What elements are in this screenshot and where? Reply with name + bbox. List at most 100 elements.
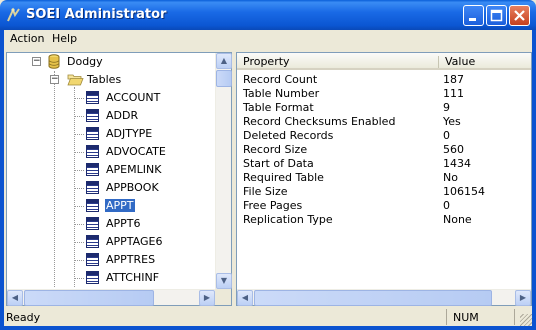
table-icon [86, 109, 99, 122]
table-label: ADVOCATE [106, 145, 166, 158]
table-icon [86, 253, 99, 266]
tree-item-table[interactable]: APPBOOK [7, 179, 217, 197]
scroll-thumb[interactable] [254, 290, 492, 306]
column-separator[interactable] [438, 56, 439, 68]
table-label: APPBOOK [106, 181, 159, 194]
collapse-icon[interactable]: − [50, 75, 59, 84]
table-icon [86, 199, 99, 212]
tree-connector [74, 278, 84, 279]
list-item[interactable]: Record Size 560 [237, 143, 464, 157]
window-title: SOEI Administrator [26, 7, 167, 22]
tree-connector [74, 134, 84, 135]
tree-pane[interactable]: − Dodgy − Tables ACCOUNT ADDR ADJTYPE AD… [6, 52, 232, 306]
property-name: Replication Type [243, 213, 333, 226]
property-value: Yes [443, 115, 461, 128]
list-item[interactable]: File Size 106154 [237, 185, 485, 199]
table-icon [86, 127, 99, 140]
collapse-icon[interactable]: − [32, 57, 41, 66]
title-bar[interactable]: SOEI Administrator [0, 0, 536, 30]
tree-connector [74, 188, 84, 189]
menu-action[interactable]: Action [10, 32, 44, 45]
column-header-value[interactable]: Value [445, 55, 475, 68]
table-icon [86, 145, 99, 158]
scroll-right-button[interactable]: ▶ [515, 290, 531, 306]
menu-bar: Action Help [4, 30, 532, 48]
list-item[interactable]: Required Table No [237, 171, 458, 185]
tree-item-table[interactable]: ADJTYPE [7, 125, 217, 143]
tree-item-table[interactable]: ATTCHINF [7, 269, 217, 287]
tree-connector [74, 224, 84, 225]
scrollbar-corner [215, 289, 231, 305]
scroll-down-button[interactable]: ▼ [216, 273, 232, 289]
resize-grip-icon[interactable] [520, 314, 532, 326]
table-icon [86, 181, 99, 194]
tree-connector [74, 260, 84, 261]
list-item[interactable]: Record Checksums Enabled Yes [237, 115, 461, 129]
menu-help[interactable]: Help [52, 32, 77, 45]
tree-vertical-scrollbar[interactable]: ▲ ▼ [215, 53, 232, 289]
properties-list[interactable]: Property Value Record Count 187 Table Nu… [236, 52, 532, 306]
app-icon [7, 7, 20, 22]
scroll-left-button[interactable]: ◀ [7, 290, 23, 306]
scroll-thumb[interactable] [24, 290, 154, 306]
list-horizontal-scrollbar[interactable]: ◀ ▶ [237, 289, 531, 306]
table-icon [86, 91, 99, 104]
property-value: None [443, 213, 472, 226]
scroll-thumb[interactable] [216, 70, 232, 87]
tree-item-table[interactable]: ADDR [7, 107, 217, 125]
property-name: Record Checksums Enabled [243, 115, 396, 128]
tree-item-table[interactable]: APEMLINK [7, 161, 217, 179]
property-value: 0 [443, 129, 450, 142]
minimize-button[interactable] [463, 5, 484, 26]
tree-item-table[interactable]: ACCOUNT [7, 89, 217, 107]
table-label: APPT6 [106, 217, 141, 230]
list-item[interactable]: Deleted Records 0 [237, 129, 450, 143]
table-icon [86, 271, 99, 284]
tree-item-table-selected[interactable]: APPT [7, 197, 217, 215]
tree-connector [74, 116, 84, 117]
window-frame-right [532, 30, 536, 330]
property-name: Free Pages [243, 199, 303, 212]
property-value: 106154 [443, 185, 485, 198]
list-item[interactable]: Replication Type None [237, 213, 472, 227]
table-label: ACCOUNT [106, 91, 161, 104]
tree-horizontal-scrollbar[interactable]: ◀ ▶ [7, 289, 215, 306]
list-item[interactable]: Table Format 9 [237, 101, 450, 115]
tree-item-database-label: Dodgy [67, 55, 103, 68]
arrow-left-icon: ◀ [11, 293, 19, 302]
tree-connector [74, 98, 84, 99]
tree-item-table[interactable]: APPTRES [7, 251, 217, 269]
table-label: APEMLINK [106, 163, 162, 176]
column-header-property[interactable]: Property [243, 55, 290, 68]
tree-item-table[interactable]: APPT6 [7, 215, 217, 233]
property-value: 9 [443, 101, 450, 114]
tree-item-tables-label: Tables [87, 73, 122, 86]
list-item[interactable]: Table Number 111 [237, 87, 464, 101]
arrow-up-icon: ▲ [220, 56, 228, 65]
tree-item-database[interactable]: − Dodgy [7, 53, 217, 71]
scroll-left-button[interactable]: ◀ [237, 290, 253, 306]
maximize-icon [490, 9, 503, 22]
maximize-button[interactable] [486, 5, 507, 26]
status-bar: Ready NUM [4, 308, 532, 326]
table-label: ADDR [106, 109, 139, 122]
num-lock-indicator: NUM [453, 311, 479, 324]
arrow-right-icon: ▶ [203, 293, 211, 302]
window-frame-left [0, 30, 4, 330]
property-value: 560 [443, 143, 464, 156]
list-item[interactable]: Record Count 187 [237, 73, 464, 87]
scroll-right-button[interactable]: ▶ [199, 290, 215, 306]
property-name: Record Count [243, 73, 318, 86]
close-button[interactable] [509, 5, 530, 26]
property-name: Start of Data [243, 157, 314, 170]
tree-item-tables-folder[interactable]: − Tables [7, 71, 217, 89]
table-label: ADJTYPE [106, 127, 153, 140]
tree-item-table[interactable]: ADVOCATE [7, 143, 217, 161]
window-frame-bottom [0, 326, 536, 330]
tree-item-table[interactable]: APPTAGE6 [7, 233, 217, 251]
list-item[interactable]: Free Pages 0 [237, 199, 450, 213]
property-name: Table Number [243, 87, 320, 100]
list-item[interactable]: Start of Data 1434 [237, 157, 471, 171]
property-value: 111 [443, 87, 464, 100]
scroll-up-button[interactable]: ▲ [216, 53, 232, 69]
